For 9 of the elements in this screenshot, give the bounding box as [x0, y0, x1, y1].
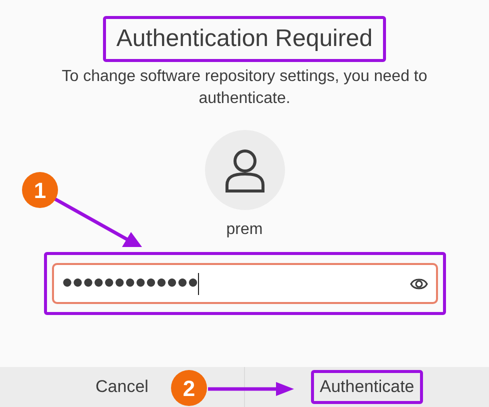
dialog-button[interactable]: Cancel — [86, 370, 158, 404]
dialog-button[interactable]: Authenticate — [310, 370, 424, 404]
password-dots: ●●●●●●●●●●●●● — [62, 271, 198, 296]
dialog-title: Authentication Required — [116, 24, 373, 54]
dialog-message: To change software repository settings, you need to authenticate. — [60, 67, 428, 109]
user-name: prem — [226, 220, 263, 240]
eye-icon[interactable] — [410, 276, 428, 290]
password-field[interactable]: ●●●●●●●●●●●●● — [52, 263, 438, 304]
step-badge: 1 — [22, 172, 58, 208]
